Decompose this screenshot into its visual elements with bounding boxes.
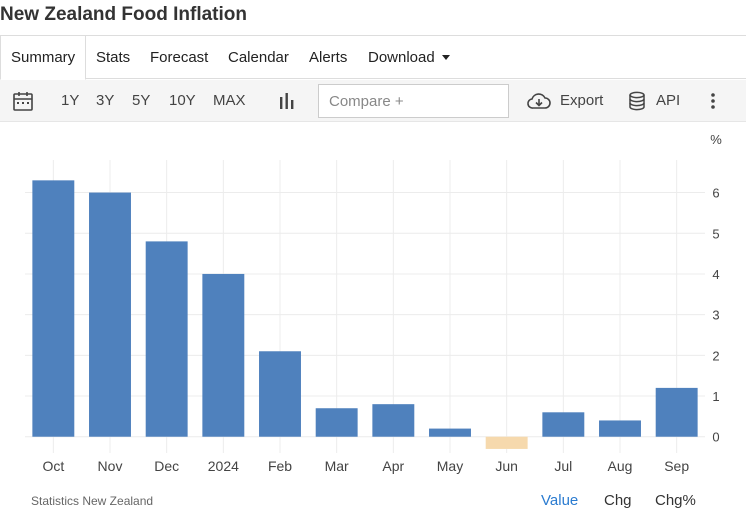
page-title: New Zealand Food Inflation <box>0 4 247 25</box>
bar-2024 <box>202 273 245 437</box>
chg-button[interactable]: Chg <box>604 492 632 509</box>
y-tick-label: 1 <box>712 389 719 404</box>
x-tick-label: Jul <box>554 458 572 474</box>
range-3y-button[interactable]: 3Y <box>96 80 114 122</box>
bar-chart: 0 1 2 3 4 5 6% Oct Nov Dec 2024 Feb Mar Apr May Jun Jul A… <box>25 132 722 474</box>
range-1y-button[interactable]: 1Y <box>61 80 79 122</box>
range-5y-button[interactable]: 5Y <box>132 80 150 122</box>
x-tick-label: Mar <box>325 458 349 474</box>
bar-aug <box>599 420 641 437</box>
api-button[interactable]: API <box>656 80 680 122</box>
y-tick-label: 2 <box>712 348 719 363</box>
bar-jun <box>485 436 528 449</box>
tab-bar: Summary Stats Forecast Calendar Alerts D… <box>0 35 746 80</box>
database-icon[interactable] <box>628 91 646 111</box>
bar-mar <box>315 408 358 437</box>
y-tick-label: 4 <box>712 267 719 282</box>
bar-nov <box>89 192 131 437</box>
x-tick-label: Nov <box>98 458 123 474</box>
chg-percent-button[interactable]: Chg% <box>655 492 696 509</box>
x-tick-label: May <box>437 458 463 474</box>
x-tick-label: Oct <box>42 458 64 474</box>
source-label: Statistics New Zealand <box>31 494 154 508</box>
chart-area: 0 1 2 3 4 5 6% Oct Nov Dec 2024 Feb Mar Apr May Jun Jul A… <box>0 123 746 518</box>
cloud-download-icon[interactable] <box>526 91 552 111</box>
bar-dec <box>145 241 188 437</box>
bar-jul <box>542 412 585 437</box>
value-button[interactable]: Value <box>541 492 578 509</box>
y-tick-label: 6 <box>712 186 719 201</box>
x-tick-label: 2024 <box>208 458 239 474</box>
x-tick-label: Sep <box>664 458 689 474</box>
bar-feb <box>259 351 301 437</box>
bar-may <box>429 428 471 437</box>
range-max-button[interactable]: MAX <box>213 80 246 122</box>
chevron-down-icon <box>441 55 450 60</box>
x-tick-label: Aug <box>608 458 633 474</box>
tab-calendar[interactable]: Calendar <box>228 36 289 79</box>
y-tick-label: 0 <box>712 430 719 445</box>
compare-input[interactable] <box>318 84 509 118</box>
x-tick-label: Apr <box>382 458 404 474</box>
x-tick-label: Dec <box>154 458 179 474</box>
bar-oct <box>32 180 75 437</box>
y-tick-label: 5 <box>712 226 719 241</box>
calendar-icon[interactable] <box>12 90 34 112</box>
x-tick-label: Jun <box>495 458 518 474</box>
bar-apr <box>372 404 415 437</box>
tab-summary[interactable]: Summary <box>0 35 87 80</box>
y-unit-label: % <box>710 132 722 147</box>
x-tick-label: Feb <box>268 458 292 474</box>
tab-stats[interactable]: Stats <box>96 36 130 79</box>
tab-download[interactable]: Download <box>368 36 450 79</box>
y-tick-label: 3 <box>712 308 719 323</box>
export-button[interactable]: Export <box>560 80 603 122</box>
tab-forecast[interactable]: Forecast <box>150 36 208 79</box>
range-10y-button[interactable]: 10Y <box>169 80 196 122</box>
bar-chart-icon[interactable] <box>278 91 296 111</box>
chart-toolbar: 1Y 3Y 5Y 10Y MAX Export API <box>0 80 746 122</box>
tab-alerts[interactable]: Alerts <box>309 36 347 79</box>
bar-sep <box>655 387 698 437</box>
tab-download-label: Download <box>368 49 435 66</box>
more-options-icon[interactable] <box>708 92 718 110</box>
